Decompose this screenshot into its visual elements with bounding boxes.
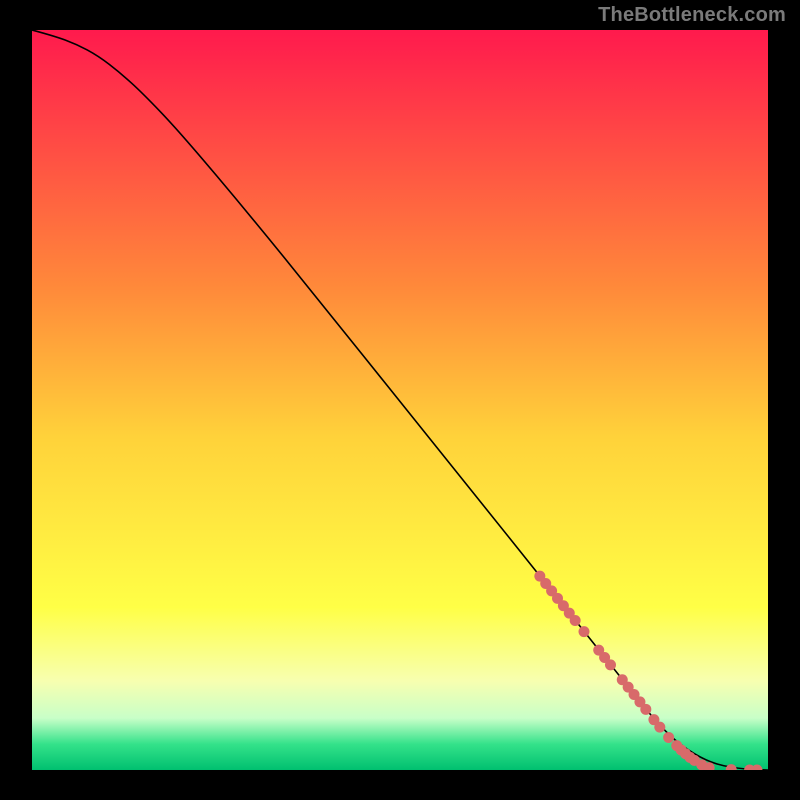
data-marker [663,732,674,743]
data-marker [579,626,590,637]
gradient-background [32,30,768,770]
data-marker [570,615,581,626]
chart-frame: TheBottleneck.com [0,0,800,800]
chart-svg [32,30,768,770]
attribution-text: TheBottleneck.com [598,4,786,27]
plot-area [32,30,768,770]
data-marker [654,722,665,733]
data-marker [605,659,616,670]
data-marker [640,704,651,715]
